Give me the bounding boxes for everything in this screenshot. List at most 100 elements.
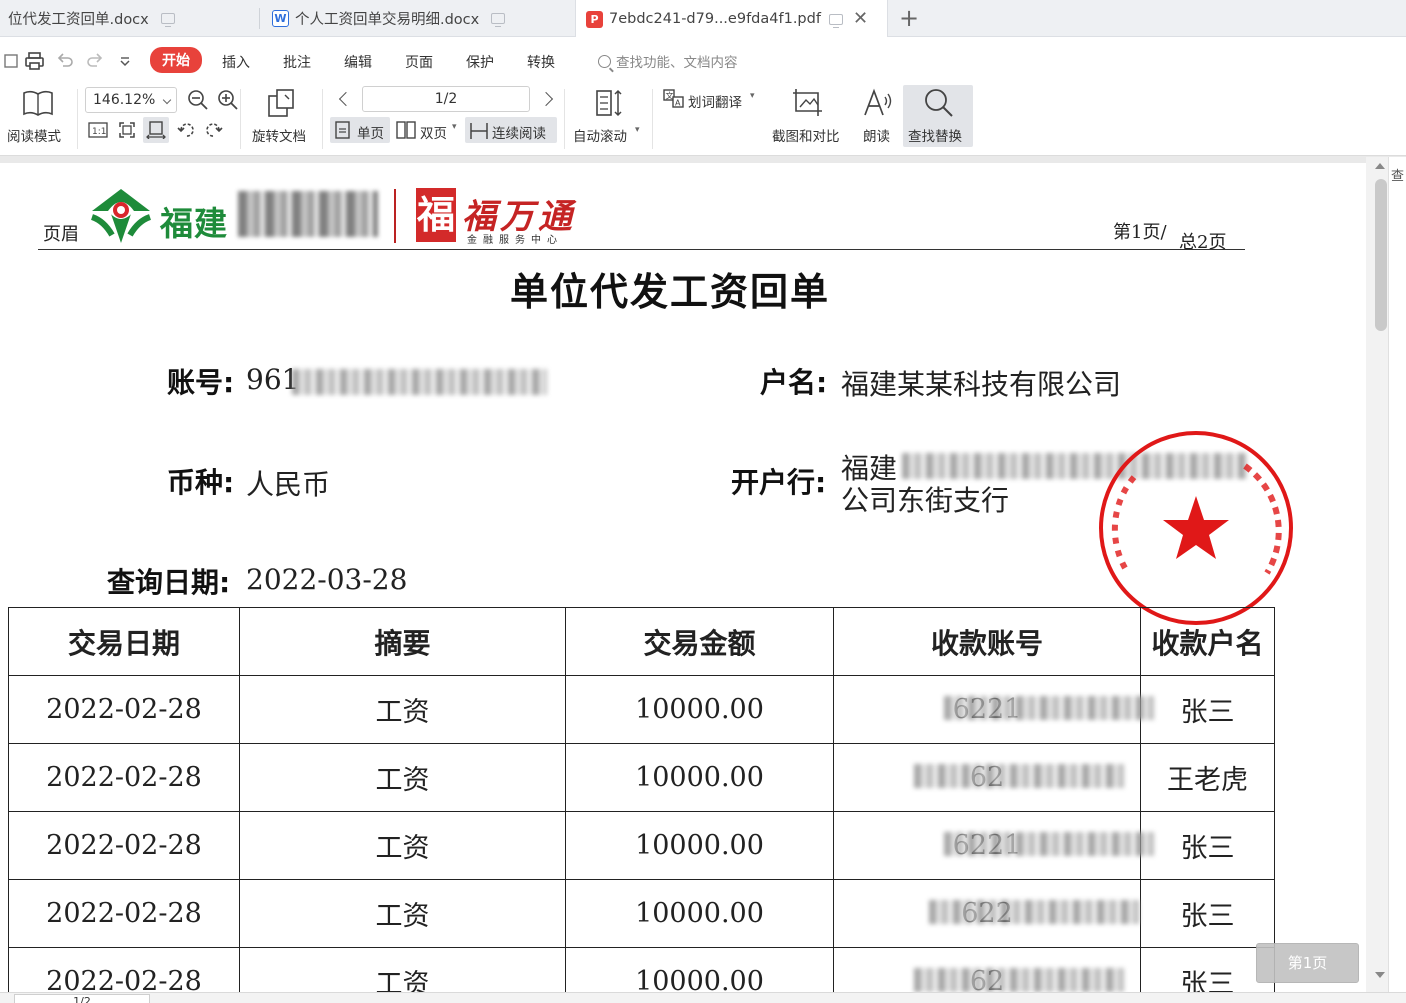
quick-access-dropdown-icon[interactable] bbox=[114, 50, 136, 72]
tab-label: 7ebdc241-d79...e9fda4f1.pdf bbox=[609, 11, 821, 27]
redo-icon[interactable] bbox=[84, 50, 106, 72]
translate-button[interactable]: 划词翻译 bbox=[688, 91, 742, 111]
redacted-account bbox=[292, 369, 547, 395]
print-icon[interactable] bbox=[24, 50, 46, 72]
query-date-value: 2022-03-28 bbox=[246, 563, 408, 596]
read-aloud-button[interactable]: 朗读 bbox=[863, 125, 890, 145]
read-aloud-icon[interactable] bbox=[862, 87, 896, 123]
redacted-bank-name bbox=[238, 191, 378, 237]
status-page-input[interactable]: 1/2 bbox=[14, 994, 150, 1003]
scrollbar-thumb[interactable] bbox=[1375, 179, 1387, 331]
header-rule bbox=[38, 249, 1245, 250]
tab-doc-1[interactable]: 位代发工资回单.docx bbox=[0, 0, 185, 37]
cell-summary: 工资 bbox=[239, 879, 566, 948]
menu-edit[interactable]: 编辑 bbox=[344, 52, 372, 72]
redacted-account bbox=[914, 764, 1124, 788]
menu-annotate[interactable]: 批注 bbox=[283, 52, 311, 72]
scroll-down-icon[interactable] bbox=[1375, 972, 1385, 978]
svg-text:文: 文 bbox=[666, 91, 674, 101]
account-name-value: 福建某某科技有限公司 bbox=[841, 368, 1122, 401]
auto-scroll-icon[interactable] bbox=[594, 87, 624, 123]
auto-scroll-button[interactable]: 自动滚动 bbox=[573, 125, 627, 145]
actual-size-icon[interactable]: 1:1 bbox=[88, 120, 108, 140]
cell-account: 622 bbox=[833, 879, 1141, 948]
rotate-left-icon[interactable] bbox=[176, 120, 196, 140]
side-panel[interactable]: 查 bbox=[1388, 157, 1406, 992]
caret-down-icon[interactable]: ▾ bbox=[452, 122, 457, 132]
next-page-icon[interactable] bbox=[538, 91, 554, 107]
word-file-icon: W bbox=[272, 10, 289, 27]
table-row: 2022-02-28 工资 10000.00 622 张三 bbox=[8, 879, 1275, 948]
translate-icon: 文A bbox=[663, 89, 685, 113]
window-duplicate-icon[interactable] bbox=[828, 13, 843, 28]
tab-bar: 位代发工资回单.docx W 个人工资回单交易明细.docx P 7ebdc24… bbox=[0, 0, 1406, 38]
menu-convert[interactable]: 转换 bbox=[527, 52, 555, 72]
redacted-account bbox=[944, 832, 1154, 856]
function-search[interactable]: 查找功能、文档内容 bbox=[598, 51, 738, 71]
zoom-in-icon[interactable] bbox=[217, 89, 239, 115]
find-replace-button[interactable]: 查找替换 bbox=[908, 125, 962, 145]
fit-page-icon[interactable] bbox=[117, 120, 137, 140]
cell-amount: 10000.00 bbox=[565, 879, 834, 948]
menu-protect[interactable]: 保护 bbox=[466, 52, 494, 72]
screenshot-compare-button[interactable]: 截图和对比 bbox=[772, 125, 840, 145]
currency-label: 币种: bbox=[167, 466, 235, 499]
menu-start[interactable]: 开始 bbox=[150, 47, 202, 73]
cell-amount: 10000.00 bbox=[565, 947, 834, 992]
page-number-input[interactable]: 1/2 bbox=[362, 86, 530, 112]
single-page-button[interactable]: 单页 bbox=[357, 122, 384, 142]
previous-page-icon[interactable] bbox=[338, 91, 354, 107]
company-seal-icon bbox=[1095, 428, 1297, 632]
page-number-value: 1/2 bbox=[434, 91, 458, 107]
scroll-up-icon[interactable] bbox=[1375, 163, 1385, 169]
zoom-out-icon[interactable] bbox=[187, 89, 209, 115]
cell-payee: 张三 bbox=[1140, 879, 1275, 948]
fit-width-icon[interactable] bbox=[146, 120, 166, 140]
double-page-button[interactable]: 双页 bbox=[420, 122, 447, 142]
table-header-row: 交易日期 摘要 交易金额 收款账号 收款户名 bbox=[8, 607, 1275, 676]
undo-icon[interactable] bbox=[54, 50, 76, 72]
menu-bar: 开始 插入 批注 编辑 页面 保护 转换 查找功能、文档内容 bbox=[0, 37, 1406, 83]
cell-date: 2022-02-28 bbox=[8, 811, 240, 880]
rotate-document-icon[interactable] bbox=[265, 87, 297, 123]
close-icon[interactable]: ✕ bbox=[853, 10, 868, 28]
tab-doc-2[interactable]: W 个人工资回单交易明细.docx bbox=[262, 0, 515, 37]
vertical-scrollbar[interactable] bbox=[1366, 157, 1388, 992]
cell-account: 62 bbox=[833, 743, 1141, 812]
find-replace-icon[interactable] bbox=[923, 87, 955, 123]
caret-down-icon[interactable]: ▾ bbox=[635, 125, 640, 135]
header-divider bbox=[394, 189, 396, 243]
new-tab-button[interactable]: + bbox=[896, 4, 922, 32]
cell-date: 2022-02-28 bbox=[8, 675, 240, 744]
account-label: 账号: bbox=[167, 366, 235, 399]
screenshot-compare-icon[interactable] bbox=[792, 87, 826, 123]
search-icon bbox=[598, 54, 611, 68]
chevron-down-icon bbox=[162, 95, 172, 105]
document-viewport[interactable]: 页眉 福建 福 福万通 金融服务中心 第1页/ 总2页 单位代发工资回单 账号:… bbox=[0, 157, 1376, 992]
cell-payee: 张三 bbox=[1140, 675, 1275, 744]
window-duplicate-icon[interactable] bbox=[491, 13, 506, 27]
table-row: 2022-02-28 工资 10000.00 6221 张三 bbox=[8, 811, 1275, 880]
bank-value-line2: 公司东街支行 bbox=[841, 484, 1010, 517]
tab-pdf-active[interactable]: P 7ebdc241-d79...e9fda4f1.pdf ✕ bbox=[575, 0, 888, 38]
save-icon[interactable] bbox=[0, 50, 22, 72]
document-title: 单位代发工资回单 bbox=[509, 270, 830, 314]
menu-insert[interactable]: 插入 bbox=[222, 52, 250, 72]
menu-page[interactable]: 页面 bbox=[405, 52, 433, 72]
transaction-table: 交易日期 摘要 交易金额 收款账号 收款户名 2022-02-28 工资 100… bbox=[8, 607, 1275, 992]
redacted-account bbox=[929, 900, 1139, 924]
ribbon-toolbar: 阅读模式 146.12% 1:1 旋转文档 1/2 单页 双页 ▾ 连续阅读 自… bbox=[0, 83, 1406, 156]
redacted-account bbox=[944, 696, 1154, 720]
window-duplicate-icon[interactable] bbox=[160, 13, 175, 27]
read-mode-button[interactable]: 阅读模式 bbox=[7, 125, 61, 145]
zoom-select[interactable]: 146.12% bbox=[85, 87, 177, 113]
currency-value: 人民币 bbox=[246, 468, 331, 501]
book-icon[interactable] bbox=[22, 89, 54, 121]
continuous-read-button[interactable]: 连续阅读 bbox=[492, 122, 546, 142]
bank-label: 开户行: bbox=[731, 466, 827, 499]
caret-down-icon[interactable]: ▾ bbox=[750, 91, 755, 101]
rotate-document-button[interactable]: 旋转文档 bbox=[252, 125, 306, 145]
rotate-right-icon[interactable] bbox=[204, 120, 224, 140]
col-header-amount: 交易金额 bbox=[565, 607, 834, 676]
header-page-total: 总2页 bbox=[1179, 232, 1227, 253]
